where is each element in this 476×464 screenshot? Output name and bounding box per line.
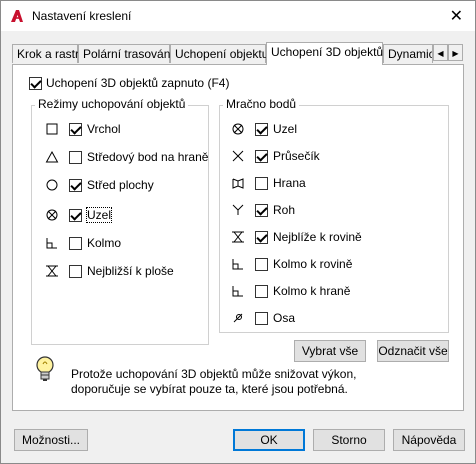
- lightbulb-icon: [36, 356, 54, 381]
- left-perpendicular-checkbox[interactable]: [69, 237, 82, 250]
- pc-edge-label: Hrana: [273, 176, 306, 190]
- close-icon[interactable]: ✕: [450, 6, 463, 26]
- left-node-label: Uzel: [85, 207, 113, 223]
- pc-intersection-label: Průsečík: [273, 149, 320, 163]
- pc-node-checkbox[interactable]: [255, 123, 268, 136]
- tab-scroll-left-icon[interactable]: ◀: [433, 44, 448, 61]
- pc-axis-label: Osa: [273, 311, 296, 325]
- pc-perp-edge-checkbox[interactable]: [255, 285, 268, 298]
- left-center-face-checkbox[interactable]: [69, 179, 82, 192]
- pc-corner-checkbox[interactable]: [255, 204, 268, 217]
- ok-button[interactable]: OK: [233, 429, 305, 451]
- title-bar: Nastavení kreslení ✕: [1, 1, 475, 31]
- left-center-face-label: Střed plochy: [87, 178, 154, 192]
- pc-perp-plane-label: Kolmo k rovině: [273, 257, 353, 271]
- left-vertex-checkbox[interactable]: [69, 123, 82, 136]
- pc-corner-label: Roh: [273, 203, 296, 217]
- triangle-icon: [45, 150, 59, 163]
- pc-node-label: Uzel: [273, 122, 298, 136]
- pc-edge-checkbox[interactable]: [255, 177, 268, 190]
- tab-strip: Krok a rastr Polární trasování Uchopení …: [12, 42, 464, 65]
- left-midpoint-edge-label: Středový bod na hraně: [87, 150, 209, 164]
- pc-perp-plane-checkbox[interactable]: [255, 258, 268, 271]
- perpendicular-icon: [46, 238, 57, 249]
- point-cloud-title: Mračno bodů: [223, 97, 300, 111]
- edge-icon: [232, 178, 244, 189]
- tab-snap-grid[interactable]: Krok a rastr: [12, 44, 79, 63]
- node-icon: [46, 209, 58, 221]
- left-nearest-face-checkbox[interactable]: [69, 265, 82, 278]
- tab-polar-tracking[interactable]: Polární trasování: [78, 44, 174, 63]
- object-snap-modes-group: [31, 105, 209, 345]
- left-vertex-label: Vrchol: [87, 122, 121, 136]
- perpendicular-icon: [232, 286, 243, 297]
- circle-icon: [46, 179, 58, 191]
- left-perpendicular-label: Kolmo: [87, 236, 122, 250]
- options-button[interactable]: Možnosti...: [14, 429, 88, 451]
- corner-icon: [232, 204, 244, 215]
- left-nearest-face-label: Nejbližší k ploše: [87, 264, 174, 278]
- autocad-a-icon: [11, 10, 23, 22]
- axis-icon: [233, 313, 243, 323]
- pc-nearest-plane-checkbox[interactable]: [255, 231, 268, 244]
- square-icon: [46, 123, 58, 135]
- perpendicular-icon: [232, 259, 243, 270]
- point-cloud-group: [219, 105, 449, 333]
- pc-perp-edge-label: Kolmo k hraně: [273, 284, 351, 298]
- tab-dynamic-input[interactable]: Dynamick: [383, 44, 433, 63]
- clear-all-button[interactable]: Odznačit vše: [377, 340, 449, 362]
- hourglass-icon: [232, 231, 244, 243]
- help-button[interactable]: Nápověda: [393, 429, 465, 451]
- node-icon: [232, 123, 244, 135]
- drafting-settings-dialog: Nastavení kreslení ✕ Krok a rastr Polárn…: [0, 0, 476, 464]
- pc-nearest-plane-label: Nejblíže k rovině: [273, 230, 362, 244]
- cancel-button[interactable]: Storno: [313, 429, 385, 451]
- pc-intersection-checkbox[interactable]: [255, 150, 268, 163]
- pc-axis-checkbox[interactable]: [255, 312, 268, 325]
- tab-panel: Uchopení 3D objektů zapnuto (F4) Režimy …: [12, 64, 464, 411]
- enable-3d-osnap-checkbox[interactable]: [29, 77, 42, 90]
- window-title: Nastavení kreslení: [32, 9, 132, 23]
- object-snap-modes-title: Režimy uchopování objektů: [35, 97, 189, 111]
- tab-3d-object-snap[interactable]: Uchopení 3D objektů: [266, 42, 383, 65]
- select-all-button[interactable]: Vybrat vše: [294, 340, 366, 362]
- hourglass-icon: [46, 265, 58, 277]
- tab-scroll-right-icon[interactable]: ▶: [448, 44, 463, 61]
- performance-hint-text: Protože uchopování 3D objektů může snižo…: [71, 367, 357, 396]
- tab-object-snap[interactable]: Uchopení objektu: [170, 44, 268, 63]
- left-midpoint-edge-checkbox[interactable]: [69, 151, 82, 164]
- left-node-checkbox[interactable]: [69, 209, 82, 222]
- enable-3d-osnap-label: Uchopení 3D objektů zapnuto (F4): [46, 76, 230, 90]
- intersection-icon: [232, 150, 244, 162]
